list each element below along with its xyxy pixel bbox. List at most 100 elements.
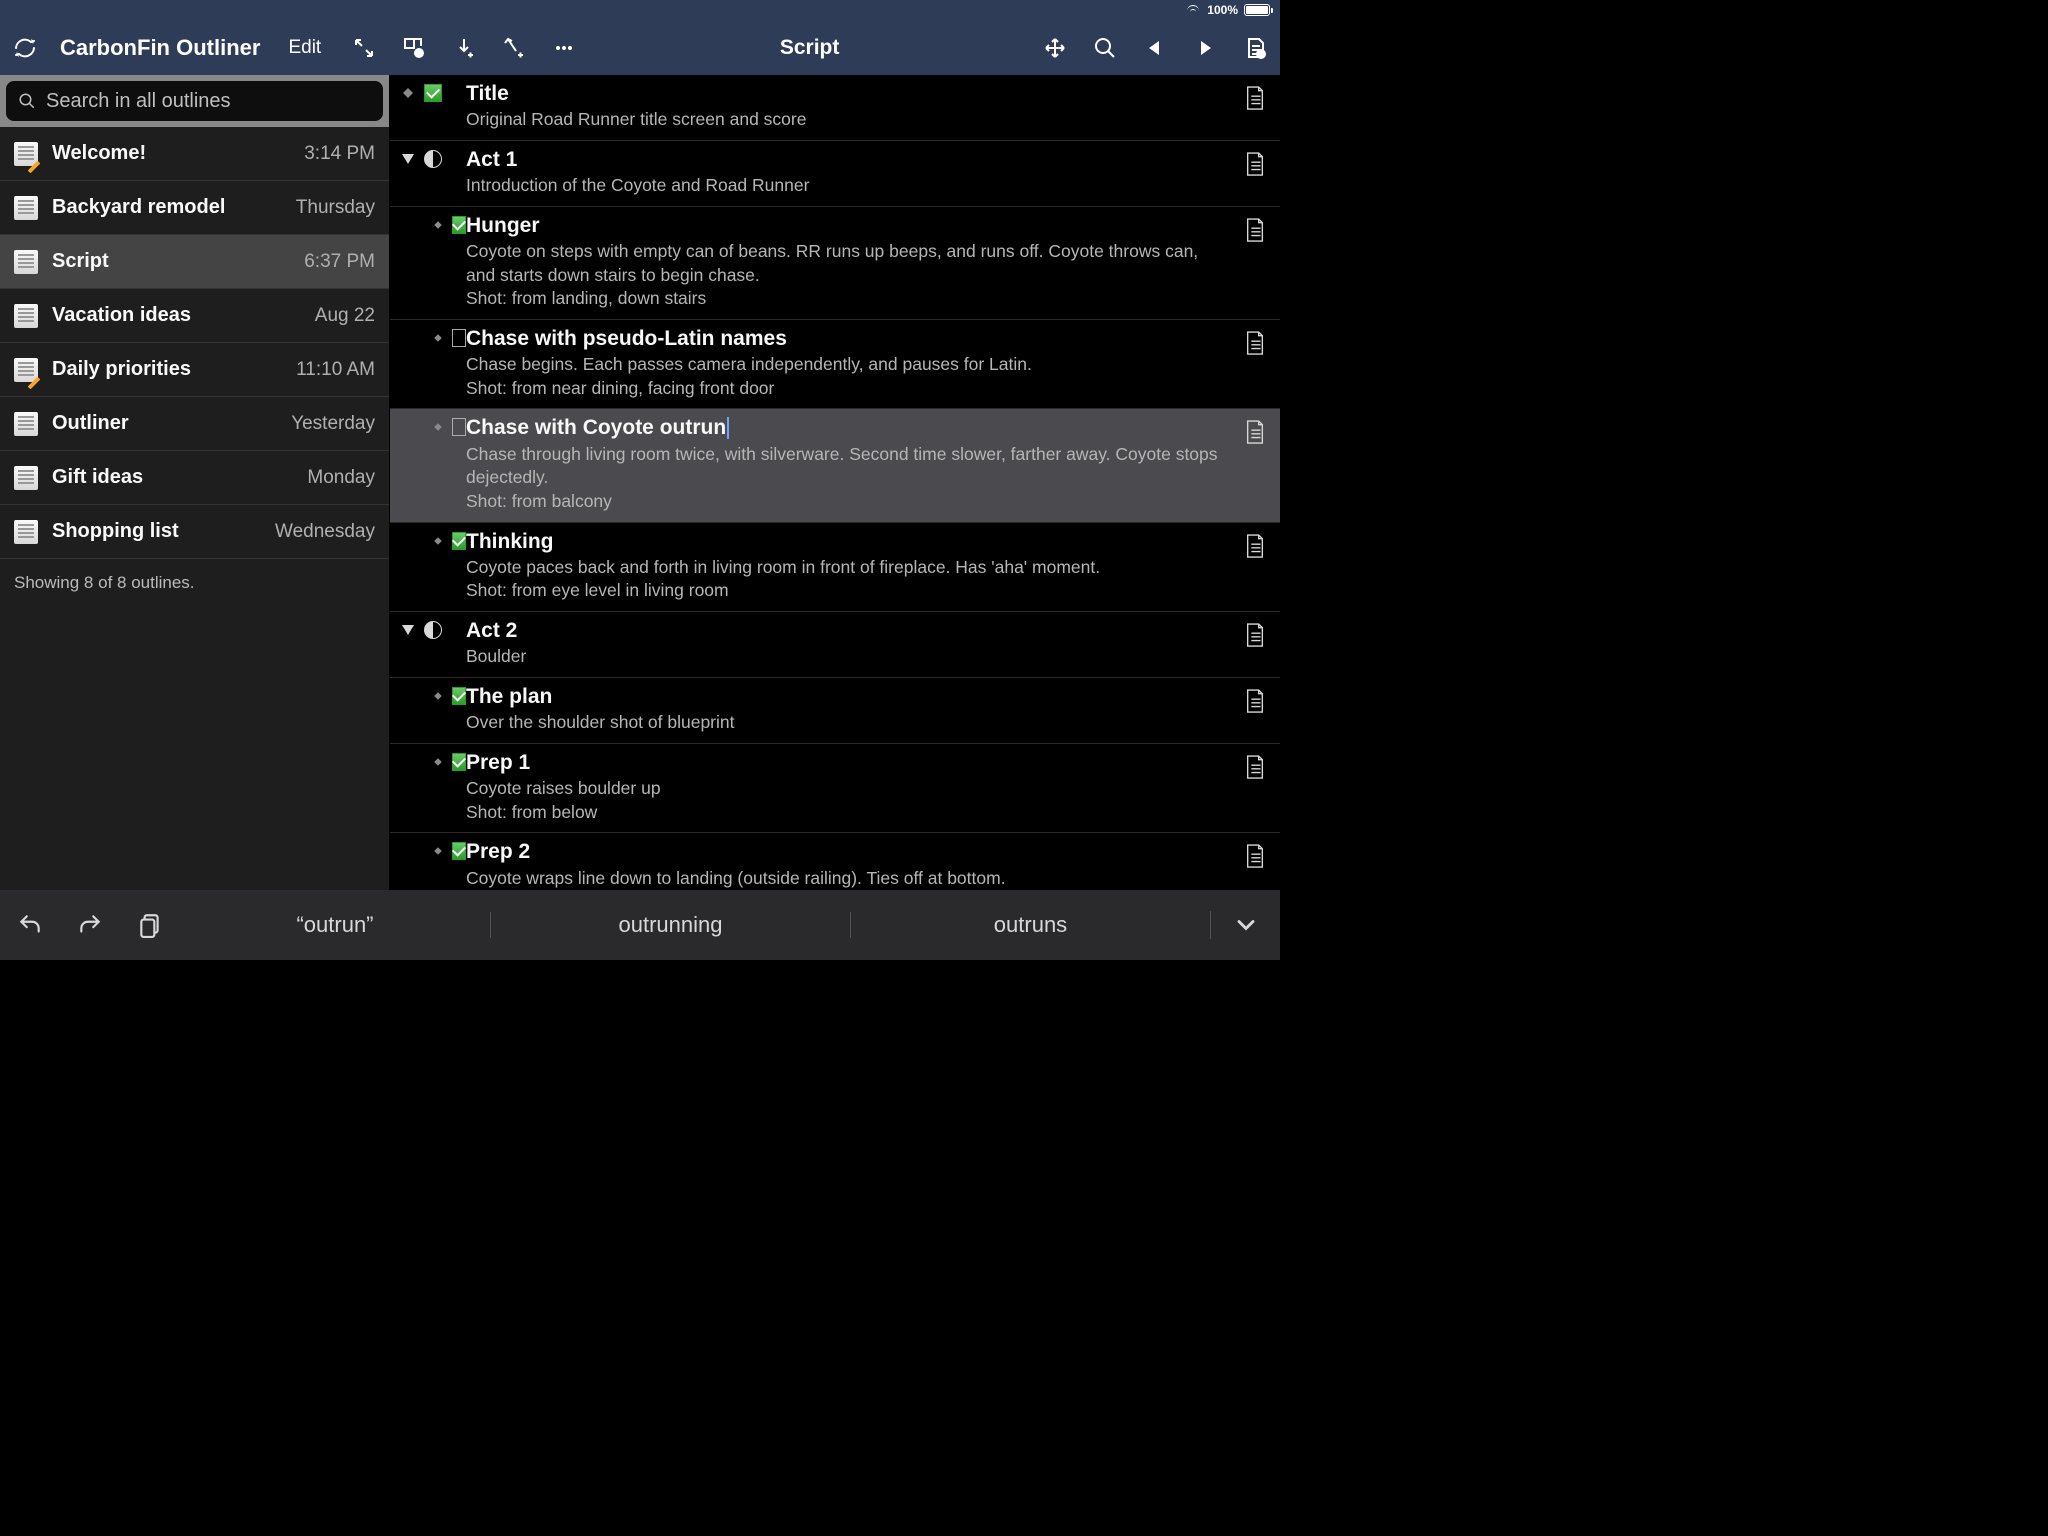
add-sibling-icon[interactable]: [489, 20, 539, 75]
battery-icon: [1244, 4, 1270, 16]
sidebar-item-vacation-ideas[interactable]: Vacation ideasAug 22: [0, 289, 389, 343]
row-title[interactable]: Chase with pseudo-Latin names: [466, 326, 1226, 352]
checkbox[interactable]: [452, 753, 466, 771]
sidebar-item-daily-priorities[interactable]: Daily priorities11:10 AM: [0, 343, 389, 397]
undo-button[interactable]: [0, 890, 60, 960]
outline-row[interactable]: Chase with Coyote outrunChase through li…: [390, 409, 1280, 522]
note-page-icon[interactable]: [1244, 217, 1266, 243]
checkbox[interactable]: [452, 842, 466, 860]
svg-text:i: i: [418, 49, 420, 58]
outline-row[interactable]: Act 2Boulder: [390, 612, 1280, 678]
sidebar-item-label: Outliner: [52, 412, 129, 435]
row-title[interactable]: Hunger: [466, 213, 1226, 239]
sidebar-item-script[interactable]: Script6:37 PM: [0, 235, 389, 289]
checkbox[interactable]: [452, 329, 466, 347]
status-bar: 100%: [0, 0, 1280, 20]
note-page-icon[interactable]: [1244, 151, 1266, 177]
bullet-diamond-icon: [432, 755, 444, 769]
checkbox[interactable]: [424, 84, 442, 102]
note-page-icon[interactable]: [1244, 85, 1266, 111]
redo-button[interactable]: [60, 890, 120, 960]
bullet-diamond-icon: [432, 534, 444, 548]
clipboard-button[interactable]: [120, 890, 180, 960]
properties-icon[interactable]: i: [389, 20, 439, 75]
more-icon[interactable]: [539, 20, 589, 75]
row-title[interactable]: Chase with Coyote outrun: [466, 415, 1226, 441]
outline-row[interactable]: ThinkingCoyote paces back and forth in l…: [390, 523, 1280, 613]
sidebar-item-gift-ideas[interactable]: Gift ideasMonday: [0, 451, 389, 505]
note-page-icon[interactable]: [1244, 754, 1266, 780]
sidebar: Search in all outlines Welcome!3:14 PMBa…: [0, 75, 390, 890]
checkbox[interactable]: [452, 687, 466, 705]
outline-row[interactable]: The planOver the shoulder shot of bluepr…: [390, 678, 1280, 744]
checkbox[interactable]: [452, 532, 466, 550]
sidebar-item-shopping-list[interactable]: Shopping listWednesday: [0, 505, 389, 559]
note-page-icon[interactable]: [1244, 688, 1266, 714]
sidebar-item-outliner[interactable]: OutlinerYesterday: [0, 397, 389, 451]
checkbox[interactable]: [452, 216, 466, 234]
outline-main: TitleOriginal Road Runner title screen a…: [390, 75, 1280, 890]
wifi-icon: [1185, 4, 1201, 16]
row-content: TitleOriginal Road Runner title screen a…: [466, 81, 1270, 132]
sidebar-item-time: Wednesday: [275, 521, 375, 543]
bullet-diamond-icon: [400, 86, 416, 100]
row-note: Coyote wraps line down to landing (outsi…: [466, 867, 1226, 891]
edit-button[interactable]: Edit: [270, 37, 339, 59]
row-title[interactable]: Title: [466, 81, 1226, 107]
row-gutter: [400, 618, 466, 639]
row-content: The planOver the shoulder shot of bluepr…: [466, 684, 1270, 735]
outline-row[interactable]: Prep 2Coyote wraps line down to landing …: [390, 833, 1280, 890]
row-title[interactable]: Act 1: [466, 147, 1226, 173]
note-page-icon[interactable]: [1244, 622, 1266, 648]
row-content: Chase with pseudo-Latin namesChase begin…: [466, 326, 1270, 401]
bullet-diamond-icon: [432, 844, 444, 858]
search-input[interactable]: Search in all outlines: [6, 81, 383, 121]
note-page-icon[interactable]: [1244, 843, 1266, 869]
row-title[interactable]: Prep 2: [466, 839, 1226, 865]
row-title[interactable]: The plan: [466, 684, 1226, 710]
disclosure-triangle-icon[interactable]: [400, 152, 416, 166]
progress-half-icon[interactable]: [424, 621, 442, 639]
row-content: HungerCoyote on steps with empty can of …: [466, 213, 1270, 311]
row-note: Chase begins. Each passes camera indepen…: [466, 353, 1226, 400]
outline-row[interactable]: HungerCoyote on steps with empty can of …: [390, 207, 1280, 320]
search-button[interactable]: [1080, 20, 1130, 75]
disclosure-triangle-icon[interactable]: [400, 623, 416, 637]
row-gutter: [400, 326, 466, 347]
outline-row[interactable]: TitleOriginal Road Runner title screen a…: [390, 75, 1280, 141]
row-gutter: [400, 750, 466, 771]
sidebar-status: Showing 8 of 8 outlines.: [0, 559, 389, 607]
outline-row[interactable]: Prep 1Coyote raises boulder upShot: from…: [390, 744, 1280, 834]
row-gutter: [400, 147, 466, 168]
row-title[interactable]: Act 2: [466, 618, 1226, 644]
cloud-icon: [14, 250, 38, 274]
search-icon: [18, 92, 36, 110]
prev-button[interactable]: [1130, 20, 1180, 75]
row-title[interactable]: Prep 1: [466, 750, 1226, 776]
row-gutter: [400, 839, 466, 860]
outline-row[interactable]: Act 1Introduction of the Coyote and Road…: [390, 141, 1280, 207]
expand-icon[interactable]: [339, 20, 389, 75]
outline-row[interactable]: Chase with pseudo-Latin namesChase begin…: [390, 320, 1280, 410]
suggestion-2[interactable]: outruns: [850, 912, 1210, 938]
note-page-icon[interactable]: [1244, 419, 1266, 445]
note-info-button[interactable]: i: [1230, 20, 1280, 75]
row-title[interactable]: Thinking: [466, 529, 1226, 555]
note-page-icon[interactable]: [1244, 533, 1266, 559]
sidebar-item-backyard-remodel[interactable]: Backyard remodelThursday: [0, 181, 389, 235]
progress-half-icon[interactable]: [424, 150, 442, 168]
checkbox[interactable]: [452, 418, 466, 436]
add-child-icon[interactable]: [439, 20, 489, 75]
note-page-icon[interactable]: [1244, 330, 1266, 356]
next-button[interactable]: [1180, 20, 1230, 75]
row-content: Prep 2Coyote wraps line down to landing …: [466, 839, 1270, 890]
document-title: Script: [750, 36, 870, 60]
doc-icon: [14, 304, 38, 328]
sidebar-item-time: Monday: [307, 467, 375, 489]
doc-icon: [14, 196, 38, 220]
sidebar-item-welcome-[interactable]: Welcome!3:14 PM: [0, 127, 389, 181]
sync-button[interactable]: [0, 20, 50, 75]
move-icon[interactable]: [1030, 20, 1080, 75]
hide-keyboard-button[interactable]: [1210, 911, 1280, 939]
suggestion-1[interactable]: outrunning: [490, 912, 850, 938]
